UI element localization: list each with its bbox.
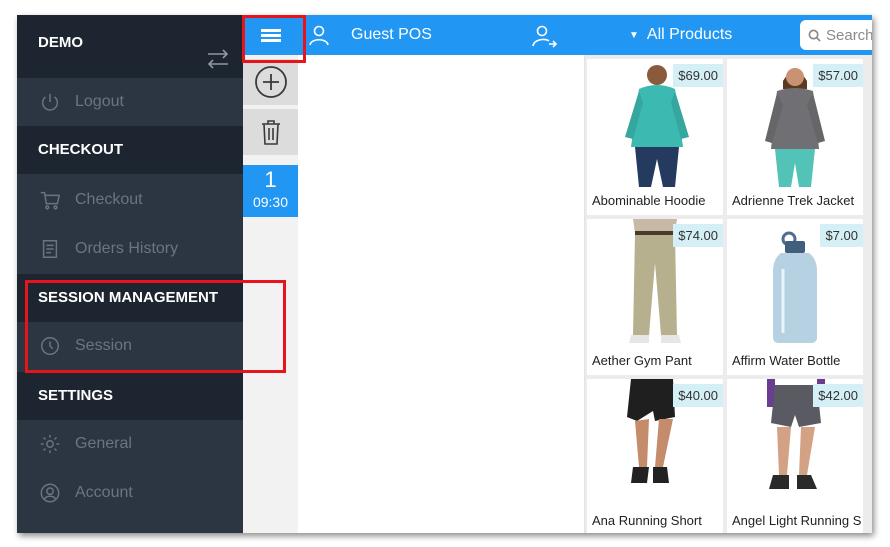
product-card[interactable]: $40.00 Ana Running Short: [587, 379, 723, 533]
order-number: 1: [264, 167, 277, 192]
sidebar-item-account[interactable]: Account: [17, 469, 243, 517]
clock-icon: [38, 334, 62, 358]
product-name: Angel Light Running S: [732, 513, 862, 528]
product-card[interactable]: $42.00 Angel Light Running S: [727, 379, 863, 533]
price-badge: $7.00: [820, 224, 863, 247]
sidebar-item-label: Session: [75, 337, 132, 354]
sidebar-item-checkout[interactable]: Checkout: [17, 176, 243, 224]
caret-down-icon: ▼: [629, 29, 639, 41]
product-name: Affirm Water Bottle: [732, 353, 841, 368]
category-dropdown[interactable]: ▼ All Products: [629, 26, 732, 44]
sidebar-item-label: Orders History: [75, 240, 179, 257]
plus-circle-icon: [254, 66, 287, 98]
search-icon: [808, 29, 821, 42]
sidebar-item-label: Logout: [75, 93, 124, 110]
product-name: Aether Gym Pant: [592, 353, 692, 368]
section-title: CHECKOUT: [38, 141, 123, 158]
product-grid: $69.00 Abominable Hoodie $57.00 Adrienne…: [585, 55, 872, 533]
section-header-settings: SETTINGS: [17, 372, 243, 420]
trash-icon: [261, 120, 280, 145]
power-icon: [38, 90, 62, 114]
section-header-session-management: SESSION MANAGEMENT: [17, 274, 243, 322]
product-name: Adrienne Trek Jacket: [732, 193, 855, 208]
sidebar-item-logout[interactable]: Logout: [17, 78, 243, 126]
product-card[interactable]: $7.00 Affirm Water Bottle: [727, 219, 863, 375]
order-tab[interactable]: 1 09:30: [243, 165, 298, 217]
document-icon: [38, 237, 62, 261]
section-title: SESSION MANAGEMENT: [38, 289, 219, 306]
sidebar-item-session[interactable]: Session: [17, 322, 243, 370]
product-card[interactable]: $69.00 Abominable Hoodie: [587, 59, 723, 215]
add-order-button[interactable]: [243, 59, 298, 105]
store-name: DEMO: [38, 34, 83, 51]
search-placeholder: Search: [826, 26, 872, 44]
pos-app-window: DEMO Logout CHECKOUT Checkout Orders His…: [17, 15, 872, 533]
price-badge: $57.00: [813, 64, 863, 87]
search-input[interactable]: Search: [800, 20, 872, 50]
user-icon[interactable]: [308, 24, 330, 46]
sidebar-item-label: General: [75, 435, 132, 452]
category-label: All Products: [646, 26, 733, 43]
cart-panel: [298, 55, 585, 533]
section-title: SETTINGS: [38, 387, 114, 404]
sidebar-item-general[interactable]: General: [17, 420, 243, 468]
sidebar-item-orders-history[interactable]: Orders History: [17, 225, 243, 273]
switch-customer-icon[interactable]: [531, 24, 557, 48]
product-name: Ana Running Short: [592, 513, 702, 528]
sidebar-item-label: Account: [75, 484, 133, 501]
cart-icon: [38, 188, 62, 212]
order-time: 09:30: [252, 194, 289, 210]
price-badge: $69.00: [673, 64, 723, 87]
gear-icon: [38, 432, 62, 456]
sidebar: DEMO Logout CHECKOUT Checkout Orders His…: [17, 15, 243, 533]
section-header-checkout: CHECKOUT: [17, 126, 243, 174]
product-card[interactable]: $57.00 Adrienne Trek Jacket: [727, 59, 863, 215]
top-bar: Guest POS ▼ All Products Search: [298, 15, 872, 55]
switch-store-icon[interactable]: [205, 47, 231, 71]
delete-order-button[interactable]: [243, 109, 298, 155]
price-badge: $74.00: [673, 224, 723, 247]
account-icon: [38, 481, 62, 505]
sidebar-item-label: Checkout: [75, 191, 143, 208]
product-name: Abominable Hoodie: [592, 193, 706, 208]
product-card[interactable]: $74.00 Aether Gym Pant: [587, 219, 723, 375]
customer-name[interactable]: Guest POS: [351, 26, 432, 44]
price-badge: $40.00: [673, 384, 723, 407]
price-badge: $42.00: [813, 384, 863, 407]
hamburger-icon: [260, 27, 281, 44]
menu-toggle-button[interactable]: [243, 15, 298, 55]
